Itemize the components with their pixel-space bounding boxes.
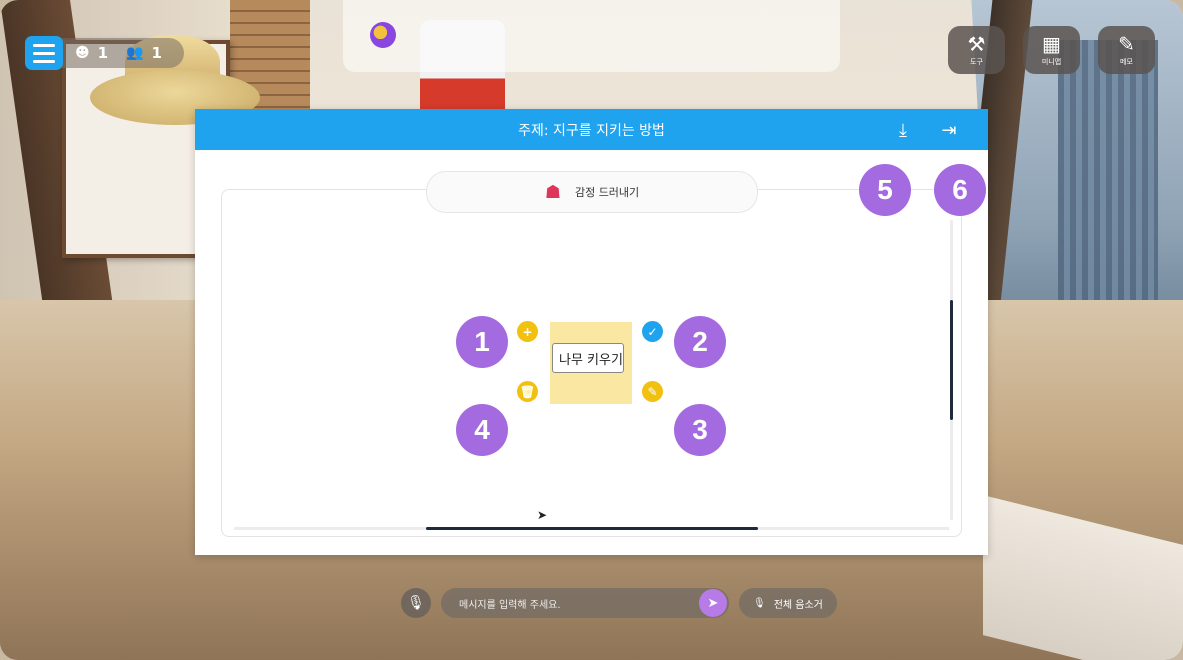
mouse-cursor-icon: ➤ [537,508,548,522]
user-count: 1 [97,44,109,62]
user-icon: ☻ [75,45,90,61]
memo-icon: ✎ [1118,31,1135,56]
hud-tools: ⚒ 도구 ▦ 미니맵 ✎ 메모 [948,26,1155,74]
hud-left: ☻ 1 👥 1 [25,36,184,70]
chat-placeholder: 메시지를 입력해 주세요. [459,599,561,611]
callout-badge-2: 2 [674,316,726,368]
memo-button[interactable]: ✎ 메모 [1098,26,1155,74]
download-icon[interactable]: ⤓ [891,118,915,142]
group-count: 1 [151,44,162,62]
add-note-icon[interactable]: + [517,321,538,342]
tools-label: 도구 [970,57,983,66]
mic-mute-icon[interactable]: 🎙 [401,588,431,618]
tools-button[interactable]: ⚒ 도구 [948,26,1005,74]
modal-header: 주제: 지구를 지키는 방법 ⤓ ⇥ [195,109,988,150]
top-info-panel [343,0,840,72]
callout-badge-4: 4 [456,404,508,456]
memo-label: 메모 [1120,57,1133,66]
emotion-button[interactable]: ☗ 감정 드러내기 [426,171,758,213]
horizontal-scrollbar[interactable] [426,527,758,530]
note-text-input[interactable]: 나무 키우기 [552,343,624,373]
minimap-icon: ▦ [1042,31,1061,56]
callout-badge-3: 3 [674,404,726,456]
emotion-hat-icon: ☗ [544,181,561,203]
sticky-note[interactable]: 나무 키우기 [550,322,632,404]
callout-badge-5: 5 [859,164,911,216]
delete-note-icon[interactable]: 🗑 [517,381,538,402]
callout-badge-1: 1 [456,316,508,368]
emotion-label: 감정 드러내기 [574,186,640,199]
app-logo-icon [370,22,396,48]
tools-icon: ⚒ [967,31,986,56]
mute-all-icon: 🎙 [753,597,766,609]
minimap-button[interactable]: ▦ 미니맵 [1023,26,1080,74]
chat-input[interactable]: 메시지를 입력해 주세요. ➤ [441,588,729,618]
vertical-scrollbar[interactable] [950,300,953,420]
hamburger-menu-icon[interactable] [25,36,63,70]
modal-title: 주제: 지구를 지키는 방법 [518,122,665,139]
group-icon: 👥 [126,45,144,61]
send-icon[interactable]: ➤ [699,589,727,617]
participant-counter: ☻ 1 👥 1 [53,38,184,68]
callout-badge-6: 6 [934,164,986,216]
minimap-label: 미니맵 [1041,57,1062,66]
confirm-note-icon[interactable]: ✓ [642,321,663,342]
chat-bar: 🎙 메시지를 입력해 주세요. ➤ 🎙 전체 음소거 [401,588,837,618]
edit-note-icon[interactable]: ✎ [642,381,663,402]
mute-all-button[interactable]: 🎙 전체 음소거 [739,588,837,618]
mute-all-label: 전체 음소거 [773,599,823,611]
exit-icon[interactable]: ⇥ [937,118,961,142]
